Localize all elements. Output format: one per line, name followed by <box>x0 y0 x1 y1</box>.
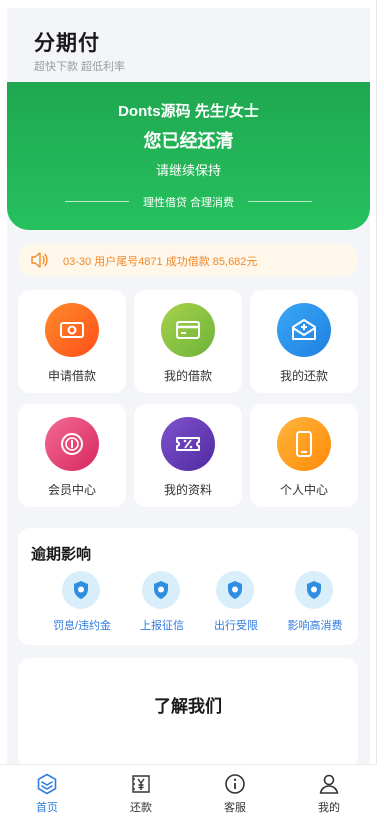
menu-my-loans[interactable]: 我的借款 <box>134 290 242 393</box>
page-subtitle: 超快下款 超低利率 <box>34 61 126 73</box>
tab-service[interactable]: 客服 <box>188 765 282 821</box>
menu-member-center[interactable]: 会员中心 <box>18 404 126 507</box>
about-us-card[interactable]: 了解我们 <box>18 658 358 768</box>
overdue-title: 逾期影响 <box>31 546 92 563</box>
notice-text: 03-30 用户尾号4871 成功借款 85,682元 <box>63 256 258 268</box>
tab-label: 首页 <box>36 802 58 814</box>
phone-icon <box>277 417 331 471</box>
menu-my-profile[interactable]: 我的资料 <box>134 404 242 507</box>
overdue-item-label: 出行受限 <box>214 620 258 632</box>
overdue-item-credit-report[interactable]: 上报征信 <box>124 571 200 641</box>
shield-icon <box>142 571 180 609</box>
speaker-icon <box>31 252 48 268</box>
menu-label: 申请借款 <box>47 369 96 383</box>
header: 分期付 超快下款 超低利率 <box>7 8 370 82</box>
banner-tip: 请继续保持 <box>155 163 221 178</box>
yen-icon <box>132 775 150 793</box>
loan-notice-bar[interactable]: 03-30 用户尾号4871 成功借款 85,682元 <box>18 244 358 276</box>
shield-icon <box>295 571 333 609</box>
banner-slogan: 理性借贷 合理消费 <box>142 197 235 209</box>
ticket-icon <box>161 417 215 471</box>
overdue-item-label: 罚息/违约金 <box>52 620 112 632</box>
repayment-status: 您已经还清 <box>143 131 234 151</box>
about-title: 了解我们 <box>154 697 222 716</box>
overdue-item-penalty[interactable]: 罚息/违约金 <box>44 571 120 641</box>
menu-my-repayments[interactable]: 我的还款 <box>250 290 358 393</box>
coin-icon <box>45 417 99 471</box>
overdue-item-consumption[interactable]: 影响高消费 <box>277 571 353 641</box>
shield-icon <box>62 571 100 609</box>
home-icon <box>37 773 57 795</box>
shield-icon <box>216 571 254 609</box>
money-icon <box>45 303 99 357</box>
menu-label: 我的借款 <box>163 369 212 383</box>
page-edge-divider <box>376 0 377 821</box>
repayment-status-banner: Donts源码 先生/女士 您已经还清 请继续保持 理性借贷 合理消费 <box>7 82 370 230</box>
tab-label: 我的 <box>318 802 340 814</box>
menu-apply-loan[interactable]: 申请借款 <box>18 290 126 393</box>
overdue-item-label: 影响高消费 <box>287 620 343 632</box>
tab-label: 还款 <box>130 802 152 814</box>
tab-mine[interactable]: 我的 <box>282 765 376 821</box>
menu-label: 我的还款 <box>279 369 328 383</box>
menu-label: 我的资料 <box>163 483 212 497</box>
overdue-impact-card: 逾期影响 罚息/违约金 上报征信 出行受限 影响高消费 <box>18 528 358 645</box>
user-icon <box>319 774 339 794</box>
menu-label: 会员中心 <box>47 483 96 497</box>
tab-label: 客服 <box>224 802 246 814</box>
user-greeting: Donts源码 先生/女士 <box>118 103 259 120</box>
tab-home[interactable]: 首页 <box>0 765 94 821</box>
menu-personal-center[interactable]: 个人中心 <box>250 404 358 507</box>
bottom-tab-bar: 首页 还款 客服 我的 <box>0 764 377 821</box>
app-screen: 分期付 超快下款 超低利率 Donts源码 先生/女士 您已经还清 请继续保持 … <box>7 8 370 821</box>
overdue-item-travel[interactable]: 出行受限 <box>198 571 274 641</box>
mail-icon <box>277 303 331 357</box>
menu-label: 个人中心 <box>279 483 328 497</box>
tab-repay[interactable]: 还款 <box>94 765 188 821</box>
info-icon <box>225 774 245 794</box>
card-icon <box>161 303 215 357</box>
page-title: 分期付 <box>34 32 100 55</box>
